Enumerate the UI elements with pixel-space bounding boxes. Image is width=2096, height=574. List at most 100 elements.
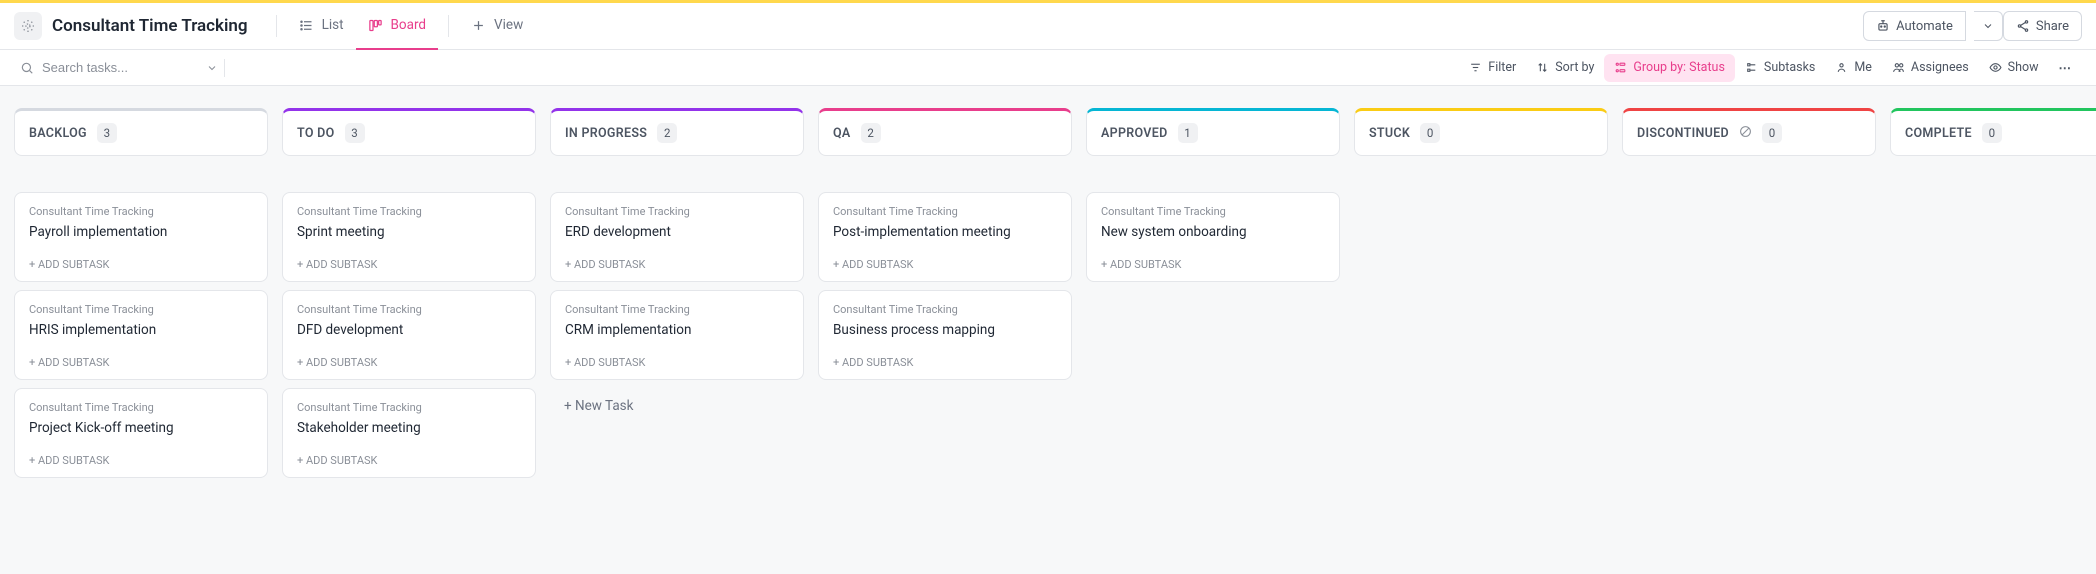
automate-button[interactable]: Automate — [1863, 11, 1966, 41]
card-title: ERD development — [565, 224, 789, 240]
eye-icon — [1989, 61, 2002, 74]
filter-icon — [1469, 61, 1482, 74]
assignees-label: Assignees — [1911, 60, 1969, 75]
me-button[interactable]: Me — [1825, 54, 1882, 82]
column-title: STUCK — [1369, 126, 1410, 141]
column-header[interactable]: QA2 — [818, 108, 1072, 156]
add-subtask-button[interactable]: + ADD SUBTASK — [29, 356, 253, 369]
card-title: Sprint meeting — [297, 224, 521, 240]
plus-icon — [471, 18, 486, 33]
tab-list[interactable]: List — [287, 3, 356, 50]
column-header[interactable]: DISCONTINUED0 — [1622, 108, 1876, 156]
card-breadcrumb: Consultant Time Tracking — [297, 303, 521, 316]
add-subtask-button[interactable]: + ADD SUBTASK — [1101, 258, 1325, 271]
group-icon — [1614, 61, 1627, 74]
subtasks-icon — [1745, 61, 1758, 74]
add-view-label: View — [494, 17, 523, 33]
list-avatar[interactable] — [14, 12, 42, 40]
task-card[interactable]: Consultant Time Tracking Payroll implemen… — [14, 192, 268, 282]
task-card[interactable]: Consultant Time Tracking Business process… — [818, 290, 1072, 380]
tab-list-label: List — [322, 17, 344, 33]
column-count: 2 — [657, 123, 677, 143]
divider — [224, 59, 225, 77]
new-task-button[interactable]: + New Task — [550, 388, 804, 424]
group-by-button[interactable]: Group by: Status — [1604, 54, 1735, 82]
divider — [448, 15, 449, 37]
show-button[interactable]: Show — [1979, 54, 2049, 82]
card-title: Payroll implementation — [29, 224, 253, 240]
task-card[interactable]: Consultant Time TrackingCRM implementati… — [550, 290, 804, 380]
card-breadcrumb: Consultant Time Tracking — [29, 401, 253, 414]
add-subtask-button[interactable]: + ADD SUBTASK — [297, 454, 521, 467]
column-backlog: BACKLOG3 Consultant Time Tracking Payroll … — [14, 108, 268, 552]
share-button[interactable]: Share — [2003, 11, 2082, 41]
add-subtask-button[interactable]: + ADD SUBTASK — [565, 356, 789, 369]
column-count: 1 — [1178, 123, 1198, 143]
ellipsis-icon: ⋯ — [2059, 60, 2073, 76]
column-cards: Consultant Time TrackingNew system onboa… — [1086, 192, 1340, 282]
task-card[interactable]: Consultant Time TrackingERD development+… — [550, 192, 804, 282]
task-card[interactable]: Consultant Time TrackingProject Kick-off… — [14, 388, 268, 478]
card-breadcrumb: Consultant Time Tracking — [297, 401, 521, 414]
task-card[interactable]: Consultant Time TrackingPost-implementat… — [818, 192, 1072, 282]
card-title: Business process mapping — [833, 322, 1057, 338]
page-title: Consultant Time Tracking — [52, 16, 248, 36]
column-cards: Consultant Time TrackingPost-implementat… — [818, 192, 1072, 380]
show-label: Show — [2008, 60, 2039, 75]
column-qa: QA2 Consultant Time TrackingPost-implemen… — [818, 108, 1072, 552]
card-title: DFD development — [297, 322, 521, 338]
column-header[interactable]: IN PROGRESS2 — [550, 108, 804, 156]
automate-label: Automate — [1896, 19, 1953, 34]
column-count: 3 — [345, 123, 365, 143]
board-view-icon — [368, 18, 383, 33]
column-title: COMPLETE — [1905, 126, 1972, 141]
card-breadcrumb: Consultant Time Tracking — [833, 303, 1057, 316]
add-subtask-button[interactable]: + ADD SUBTASK — [833, 258, 1057, 271]
filter-button[interactable]: Filter — [1459, 54, 1526, 82]
tab-board-label: Board — [391, 17, 427, 33]
column-complete: COMPLETE 0 — [1890, 108, 2096, 552]
sort-icon — [1536, 61, 1549, 74]
assignees-button[interactable]: Assignees — [1882, 54, 1979, 82]
board-area: BACKLOG3 Consultant Time Tracking Payroll … — [0, 86, 2096, 574]
search-input[interactable] — [40, 59, 170, 76]
card-breadcrumb: Consultant Time Tracking — [29, 303, 253, 316]
automate-caret[interactable] — [1974, 11, 2003, 41]
add-subtask-button[interactable]: + ADD SUBTASK — [29, 258, 253, 271]
search-box[interactable] — [14, 59, 224, 76]
card-breadcrumb: Consultant Time Tracking — [297, 205, 521, 218]
add-subtask-button[interactable]: + ADD SUBTASK — [297, 258, 521, 271]
card-breadcrumb: Consultant Time Tracking — [565, 303, 789, 316]
divider — [276, 15, 277, 37]
chevron-down-icon[interactable] — [206, 62, 218, 74]
column-count: 0 — [1420, 123, 1440, 143]
column-header[interactable]: APPROVED1 — [1086, 108, 1340, 156]
task-card[interactable]: Consultant Time Tracking DFD development +… — [282, 290, 536, 380]
column-header[interactable]: TO DO3 — [282, 108, 536, 156]
card-breadcrumb: Consultant Time Tracking — [29, 205, 253, 218]
column-header[interactable]: BACKLOG3 — [14, 108, 268, 156]
task-card[interactable]: Consultant Time TrackingHRIS implementat… — [14, 290, 268, 380]
tab-board[interactable]: Board — [356, 3, 439, 50]
add-view-button[interactable]: View — [459, 3, 535, 50]
column-header[interactable]: STUCK 0 — [1354, 108, 1608, 156]
column-count: 0 — [1982, 123, 2002, 143]
sort-button[interactable]: Sort by — [1526, 54, 1604, 82]
add-subtask-button[interactable]: + ADD SUBTASK — [29, 454, 253, 467]
task-card[interactable]: Consultant Time TrackingStakeholder meet… — [282, 388, 536, 478]
task-card[interactable]: Consultant Time Tracking Sprint meeting + … — [282, 192, 536, 282]
add-subtask-button[interactable]: + ADD SUBTASK — [565, 258, 789, 271]
more-button[interactable]: ⋯ — [2049, 54, 2083, 82]
share-label: Share — [2036, 19, 2069, 34]
add-subtask-button[interactable]: + ADD SUBTASK — [833, 356, 1057, 369]
automate-button-group: Automate — [1863, 11, 2003, 41]
filter-label: Filter — [1488, 60, 1516, 75]
subtasks-label: Subtasks — [1764, 60, 1815, 75]
slash-circle-icon — [1739, 125, 1752, 142]
subtasks-button[interactable]: Subtasks — [1735, 54, 1825, 82]
me-label: Me — [1854, 60, 1872, 75]
add-subtask-button[interactable]: + ADD SUBTASK — [297, 356, 521, 369]
column-count: 0 — [1762, 123, 1782, 143]
column-header[interactable]: COMPLETE 0 — [1890, 108, 2096, 156]
task-card[interactable]: Consultant Time TrackingNew system onboa… — [1086, 192, 1340, 282]
